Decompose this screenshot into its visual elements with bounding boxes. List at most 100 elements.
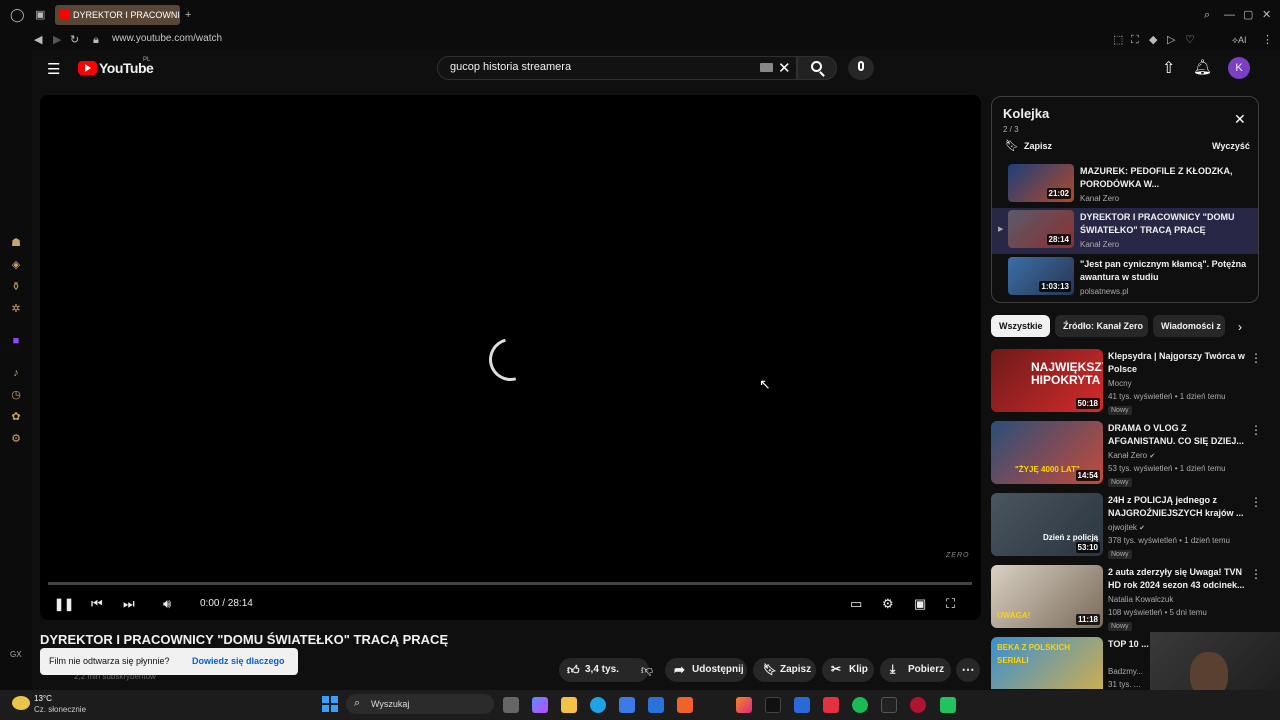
recommendation-item[interactable]: UWAGA! 11:18 2 auta zderzyły się Uwaga! … <box>991 565 1262 631</box>
queue-item[interactable]: 1:03:13 "Jest pan cynicznym kłamcą". Pot… <box>992 255 1258 301</box>
gx-sidebar: ☗ ◈ ⚱ ✲ ■ ♪ ◷ ✿ ⚙ GX <box>0 50 32 690</box>
gx-cleaner-icon[interactable]: ✲ <box>10 303 22 315</box>
clear-search-icon[interactable]: ✕ <box>778 59 791 77</box>
instagram-icon[interactable] <box>736 697 752 713</box>
back-icon[interactable]: ◀ <box>34 33 42 47</box>
queue-save-bookmark-icon[interactable]: 🔖︎ <box>1005 139 1019 152</box>
tiktok-icon[interactable] <box>765 697 781 713</box>
opera-gx-logo-icon[interactable]: ◯ <box>10 8 25 22</box>
recommendation-item[interactable]: "ŻYJĘ 4000 LAT" 14:54 DRAMA O VLOG Z AFG… <box>991 421 1262 487</box>
queue-item-title: MAZUREK: PEDOFILE Z KŁODZKA, PORODÓWKA W… <box>1080 166 1233 189</box>
url-field[interactable]: www.youtube.com/watch <box>112 33 222 44</box>
extension-icon[interactable]: ⬚ <box>1113 33 1123 47</box>
gx-corner-icon[interactable]: ◈ <box>10 259 22 271</box>
app-green-icon[interactable] <box>940 697 956 713</box>
toast-learn-more-link[interactable]: Dowiedz się dlaczego <box>192 656 285 666</box>
opera-gx-taskbar-icon[interactable] <box>910 697 926 713</box>
previous-icon[interactable]: ⏮ <box>91 597 103 611</box>
settings-gear-icon[interactable]: ⚙ <box>882 597 894 611</box>
thumbs-down-icon[interactable]: 👎︎ <box>634 658 660 682</box>
voice-search-button[interactable] <box>848 56 874 80</box>
windows-start-icon[interactable] <box>322 696 338 712</box>
more-options-icon[interactable]: ⋮ <box>1250 423 1262 437</box>
thumbs-up-icon: 👍︎ <box>567 663 580 677</box>
search-input[interactable]: gucop historia streamera <box>450 61 571 73</box>
maximize-icon[interactable]: ▢ <box>1243 8 1253 22</box>
next-icon[interactable]: ⏭ <box>123 597 135 611</box>
recommendation-item[interactable]: Dzień z policją 53:10 24H z POLICJĄ jedn… <box>991 493 1262 559</box>
gx-settings-icon[interactable]: ⚙ <box>10 433 22 445</box>
close-queue-icon[interactable]: ✕ <box>1234 111 1246 128</box>
gx-control-icon[interactable]: ☗ <box>10 237 22 249</box>
new-tab-button[interactable]: + <box>185 8 191 22</box>
queue-item[interactable]: 21:02 MAZUREK: PEDOFILE Z KŁODZKA, POROD… <box>992 162 1258 208</box>
gx-label: GX <box>10 650 22 659</box>
wps-icon[interactable] <box>823 697 839 713</box>
pause-icon[interactable]: ❚❚ <box>54 597 74 611</box>
close-window-icon[interactable]: ✕ <box>1262 8 1271 22</box>
more-options-icon[interactable]: ⋮ <box>1250 567 1262 581</box>
youtube-logo-icon[interactable] <box>78 61 97 75</box>
recommendation-item[interactable]: NAJWIĘKSZY HIPOKRYTA 50:18 Klepsydra | N… <box>991 349 1262 415</box>
progress-bar[interactable] <box>48 582 972 585</box>
search-button[interactable] <box>797 56 837 80</box>
task-view-icon[interactable] <box>503 697 519 713</box>
ai-button[interactable]: ⟡AI <box>1232 33 1246 47</box>
notifications-bell-icon[interactable]: 🔔︎ <box>1193 58 1212 76</box>
browser-tab-active[interactable]: DYREKTOR I PRACOWNICY <box>55 5 180 25</box>
snapshot-icon[interactable]: ⛶ <box>1131 33 1139 47</box>
weather-sun-icon[interactable] <box>12 696 30 710</box>
subtitles-icon[interactable]: ▭ <box>850 597 862 611</box>
forward-icon[interactable]: ▶ <box>53 33 61 47</box>
shield-icon[interactable]: ◆ <box>1149 33 1157 47</box>
queue-item-current[interactable]: ▶ 28:14 DYREKTOR I PRACOWNICY "DOMU ŚWIA… <box>992 208 1258 254</box>
gx-history-icon[interactable]: ◷ <box>10 389 22 401</box>
share-button[interactable]: ➦ Udostępnij <box>665 658 747 682</box>
account-avatar[interactable]: K <box>1228 57 1250 79</box>
file-explorer-icon[interactable] <box>561 697 577 713</box>
miniplayer-icon[interactable]: ▣ <box>914 597 926 611</box>
twitch-icon[interactable]: ■ <box>10 335 22 347</box>
spotify-icon[interactable] <box>852 697 868 713</box>
download-button[interactable]: ⤓ Pobierz <box>880 658 951 682</box>
menu-more-icon[interactable]: ⋮ <box>1262 33 1273 47</box>
fullscreen-icon[interactable]: ⛶ <box>946 597 955 611</box>
queue-save-button[interactable]: Zapisz <box>1024 141 1052 151</box>
gx-music-icon[interactable]: ♪ <box>10 367 22 379</box>
gx-store-icon[interactable]: ⚱ <box>10 281 22 293</box>
taskbar-search[interactable]: ⌕ Wyszukaj <box>346 694 494 714</box>
search-tabs-icon[interactable]: ⌕ <box>1204 8 1210 22</box>
clip-button[interactable]: ✂ Klip <box>822 658 874 682</box>
edge-icon[interactable] <box>590 697 606 713</box>
save-button[interactable]: 🔖︎ Zapisz <box>753 658 816 682</box>
thumbnail-text: UWAGA! <box>997 611 1031 620</box>
duration-badge: 53:10 <box>1075 542 1100 553</box>
volume-icon[interactable]: 🔊︎ <box>163 597 171 611</box>
create-upload-icon[interactable]: ⇧ <box>1162 58 1175 78</box>
tab-manager-icon[interactable]: ▣ <box>35 8 45 22</box>
hamburger-menu-icon[interactable]: ☰ <box>47 60 60 78</box>
heart-icon[interactable]: ♡ <box>1185 33 1195 47</box>
copilot-icon[interactable] <box>532 697 548 713</box>
new-badge: Nowy <box>1108 622 1132 631</box>
chip-source[interactable]: Źródło: Kanał Zero <box>1055 315 1148 337</box>
amazon-icon[interactable] <box>881 697 897 713</box>
gx-extensions-icon[interactable]: ✿ <box>10 411 22 423</box>
chip-news[interactable]: Wiadomości z <box>1153 315 1225 337</box>
reload-icon[interactable]: ↻ <box>70 33 79 47</box>
more-options-icon[interactable]: ⋮ <box>1250 351 1262 365</box>
minimize-icon[interactable]: — <box>1224 8 1235 22</box>
chip-all[interactable]: Wszystkie <box>991 315 1050 337</box>
brave-icon[interactable] <box>677 697 693 713</box>
player-icon[interactable]: ▷ <box>1167 33 1175 47</box>
store-icon[interactable] <box>619 697 635 713</box>
video-thumbnail: "ŻYJĘ 4000 LAT" 14:54 <box>991 421 1103 484</box>
youtube-favicon-icon <box>59 10 70 19</box>
more-actions-icon[interactable]: ⋯ <box>956 658 980 682</box>
outlook-icon[interactable] <box>648 697 664 713</box>
queue-clear-button[interactable]: Wyczyść <box>1212 141 1250 151</box>
keyboard-icon[interactable] <box>760 63 773 72</box>
chevron-right-icon[interactable]: › <box>1238 320 1242 334</box>
more-options-icon[interactable]: ⋮ <box>1250 495 1262 509</box>
calendar-icon[interactable] <box>794 697 810 713</box>
